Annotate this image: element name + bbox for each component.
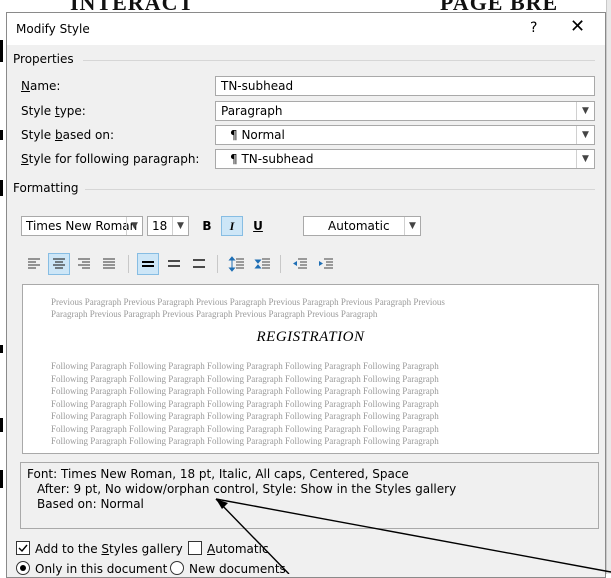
chevron-down-icon[interactable]: ▼ [576,102,594,120]
style-description: Font: Times New Roman, 18 pt, Italic, Al… [20,462,599,529]
bold-button[interactable]: B [196,216,218,236]
automatically-update-checkbox[interactable] [188,541,202,555]
following-paragraph-dropdown[interactable]: ¶ TN-subhead ▼ [215,149,595,169]
description-line: Font: Times New Roman, 18 pt, Italic, Al… [27,467,409,481]
decrease-spacing-before-glyph [254,258,270,269]
align-right-glyph [78,258,90,269]
formatting-divider [85,189,595,190]
add-to-gallery-option[interactable]: Add to the Styles gallery [16,541,183,556]
properties-divider [83,60,595,61]
decrease-indent-icon[interactable] [289,253,311,275]
properties-heading: Properties [13,52,74,66]
increase-spacing-before-icon[interactable] [226,253,248,275]
background-page-header: INTERACT PAGE BRE [0,0,611,12]
one-half-spacing-glyph [168,260,180,267]
chevron-down-icon[interactable]: ▼ [172,217,188,235]
style-type-dropdown[interactable]: Paragraph ▼ [215,101,595,121]
font-name-value: Times New Roman [26,219,138,233]
increase-spacing-before-glyph [228,256,244,272]
font-size-dropdown[interactable]: 18 ▼ [147,216,189,236]
based-on-label: Style based on: [21,128,115,142]
background-heading-right: PAGE BRE [440,0,558,12]
description-line: After: 9 pt, No widow/orphan control, St… [37,482,457,496]
sample-text: REGISTRATION [256,329,365,345]
background-margin-mark [0,470,3,488]
style-type-value: Paragraph [221,104,283,118]
single-spacing-glyph [142,261,154,267]
name-field[interactable]: TN-subhead [215,76,595,96]
paragraph-toolbar [7,253,605,275]
based-on-value: ¶ Normal [230,128,285,142]
style-type-label: Style type: [21,104,86,118]
align-right-icon[interactable] [73,253,95,275]
style-preview: Previous Paragraph Previous Paragraph Pr… [22,284,599,454]
align-left-glyph [28,258,40,269]
font-color-value: Automatic [328,219,390,233]
justify-icon[interactable] [98,253,120,275]
dialog-title: Modify Style [16,22,90,36]
toolbar-separator [128,255,129,273]
add-to-gallery-checkbox[interactable] [16,541,30,555]
font-name-dropdown[interactable]: Times New Roman ▼ [21,216,143,236]
underline-button[interactable]: U [247,216,269,236]
following-paragraph-label: Style for following paragraph: [21,152,200,166]
following-paragraphs: Following Paragraph Following Paragraph … [51,360,571,448]
decrease-spacing-before-icon[interactable] [252,253,274,275]
description-line: Based on: Normal [37,497,144,511]
background-margin-mark [0,130,3,140]
automatically-update-label: Automatic [207,542,269,556]
title-bar: Modify Style ? ✕ [7,13,605,45]
background-margin-mark [0,180,3,196]
based-on-dropdown[interactable]: ¶ Normal ▼ [215,125,595,145]
close-button[interactable]: ✕ [570,18,585,36]
new-documents-radio[interactable] [170,561,184,575]
align-left-icon[interactable] [23,253,45,275]
only-this-document-radio[interactable] [16,561,30,575]
chevron-down-icon[interactable]: ▼ [404,217,420,235]
following-paragraph-line: Following Paragraph Following Paragraph … [51,373,439,384]
following-paragraph-line: Following Paragraph Following Paragraph … [51,361,439,371]
following-paragraph-line: Following Paragraph Following Paragraph … [51,436,439,446]
chevron-down-icon[interactable]: ▼ [576,150,594,168]
previous-paragraph-line: Paragraph Previous Paragraph Previous Pa… [51,309,378,319]
font-size-value: 18 [152,219,168,233]
double-spacing-glyph [193,259,205,268]
modify-style-dialog: Modify Style ? ✕ Properties Name: TN-sub… [6,12,606,578]
add-to-gallery-label: Add to the Styles gallery [35,542,183,556]
background-heading-left: INTERACT [70,0,194,12]
chevron-down-icon[interactable]: ▼ [576,126,594,144]
name-label: Name: [21,79,61,93]
align-center-icon[interactable] [48,253,70,275]
justify-glyph [103,258,115,269]
chevron-down-icon[interactable]: ▼ [126,217,142,235]
double-spacing-icon[interactable] [188,253,210,275]
previous-paragraph-line: Previous Paragraph Previous Paragraph Pr… [51,297,445,307]
decrease-indent-glyph [293,258,307,269]
following-paragraph-line: Following Paragraph Following Paragraph … [51,386,439,396]
increase-indent-glyph [319,258,333,269]
background-margin-mark [0,40,3,62]
following-paragraph-line: Following Paragraph Following Paragraph … [51,411,439,421]
italic-button[interactable]: I [221,216,243,236]
align-center-glyph [53,258,65,269]
following-paragraph-line: Following Paragraph Following Paragraph … [51,398,439,409]
following-paragraph-line: Following Paragraph Following Paragraph … [51,423,439,434]
toolbar-separator [217,255,218,273]
background-margin-mark [0,418,3,432]
help-button[interactable]: ? [530,20,537,36]
background-margin-mark [0,345,3,353]
following-paragraph-value: ¶ TN-subhead [230,152,314,166]
single-spacing-icon[interactable] [137,253,159,275]
font-color-dropdown[interactable]: Automatic ▼ [303,216,421,236]
increase-indent-icon[interactable] [315,253,337,275]
name-value: TN-subhead [221,79,294,93]
formatting-heading: Formatting [13,181,79,195]
toolbar-separator [280,255,281,273]
background-scroll-edge [606,0,611,574]
checkmark-icon [18,544,28,553]
automatically-update-option[interactable]: Automatic [188,541,269,556]
font-toolbar: Times New Roman ▼ 18 ▼ B I U Automatic ▼ [7,213,605,239]
one-half-spacing-icon[interactable] [163,253,185,275]
